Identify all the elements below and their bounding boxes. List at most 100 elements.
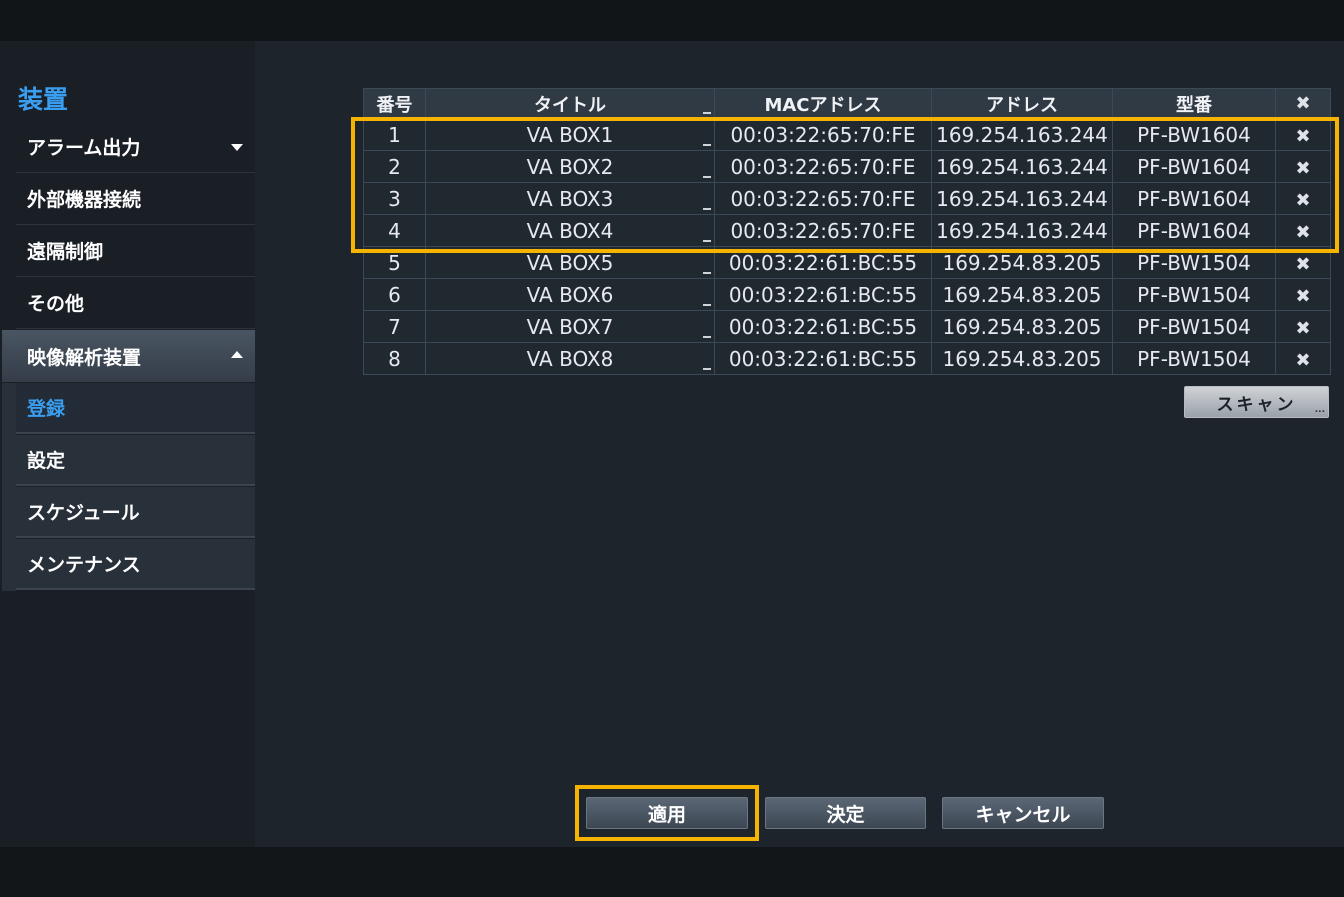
- cell-model-text: PF-BW1504: [1137, 346, 1251, 371]
- cell-address-text: 169.254.83.205: [942, 346, 1102, 371]
- cell-model-text: PF-BW1604: [1137, 186, 1251, 211]
- cell-number: 2: [363, 150, 426, 183]
- cell-model: PF-BW1604: [1112, 118, 1276, 151]
- sidebar-title: 装置: [18, 85, 69, 114]
- column-header-title: タイトル: [425, 88, 715, 119]
- cancel-button[interactable]: キャンセル: [942, 797, 1104, 829]
- apply-button-label: 適用: [647, 803, 686, 826]
- cell-mac-text: 00:03:22:61:BC:55: [728, 250, 918, 275]
- sidebar-item-alarm-output[interactable]: アラーム出力: [16, 121, 255, 173]
- column-header-number: 番号: [363, 88, 426, 119]
- sidebar-item-other[interactable]: その他: [16, 277, 255, 329]
- sidebar-item-video-analysis[interactable]: 映像解析装置: [2, 330, 255, 382]
- dash-mark: [703, 112, 711, 114]
- cell-model-text: PF-BW1604: [1137, 218, 1251, 243]
- cell-model: PF-BW1504: [1112, 310, 1276, 343]
- delete-all-button[interactable]: ✖: [1275, 88, 1331, 119]
- sidebar-subitem-maintenance[interactable]: メンテナンス: [16, 539, 255, 590]
- cell-title-text: VA BOX7: [526, 314, 614, 339]
- column-header-mac: MACアドレス: [714, 88, 932, 119]
- cell-address-text: 169.254.83.205: [942, 250, 1102, 275]
- cell-address: 169.254.83.205: [931, 246, 1113, 279]
- sidebar-item-external-device[interactable]: 外部機器接続: [16, 173, 255, 225]
- delete-row-button[interactable]: ✖: [1275, 118, 1331, 151]
- cell-model: PF-BW1604: [1112, 182, 1276, 215]
- sidebar-subitem-label: スケジュール: [27, 502, 140, 524]
- sidebar-subitem-settings[interactable]: 設定: [16, 435, 255, 486]
- close-icon: ✖: [1295, 349, 1311, 371]
- cell-title-text: VA BOX3: [526, 186, 614, 211]
- table-row[interactable]: 8 VA BOX8 00:03:22:61:BC:55 169.254.83.205 P…: [363, 342, 1331, 375]
- cell-title: VA BOX4: [425, 214, 715, 247]
- delete-row-button[interactable]: ✖: [1275, 310, 1331, 343]
- cell-mac: 00:03:22:61:BC:55: [714, 246, 932, 279]
- ok-button-label: 決定: [826, 803, 865, 826]
- sidebar-subitem-label: メンテナンス: [27, 554, 141, 576]
- delete-row-button[interactable]: ✖: [1275, 214, 1331, 247]
- cell-model-text: PF-BW1604: [1137, 154, 1251, 179]
- cell-mac: 00:03:22:61:BC:55: [714, 310, 932, 343]
- cell-address-text: 169.254.163.244: [936, 154, 1108, 179]
- cell-number-text: 8: [388, 346, 401, 371]
- dash-mark: [703, 368, 711, 370]
- close-icon: ✖: [1295, 253, 1311, 275]
- sidebar-item-remote-control[interactable]: 遠隔制御: [16, 225, 255, 277]
- cell-address-text: 169.254.163.244: [936, 186, 1108, 211]
- cell-number: 6: [363, 278, 426, 311]
- cell-address-text: 169.254.163.244: [936, 122, 1108, 147]
- cell-mac: 00:03:22:65:70:FE: [714, 182, 932, 215]
- cell-number: 7: [363, 310, 426, 343]
- cell-address-text: 169.254.83.205: [942, 282, 1102, 307]
- cell-address: 169.254.163.244: [931, 214, 1113, 247]
- sidebar-subitem-register[interactable]: 登録: [16, 383, 255, 434]
- cell-model: PF-BW1604: [1112, 150, 1276, 183]
- cell-mac: 00:03:22:61:BC:55: [714, 278, 932, 311]
- close-icon: ✖: [1295, 189, 1311, 211]
- table-row[interactable]: 6 VA BOX6 00:03:22:61:BC:55 169.254.83.205 P…: [363, 278, 1331, 311]
- cell-number: 3: [363, 182, 426, 215]
- top-bar: [0, 0, 1344, 41]
- ellipsis-icon: ...: [1314, 405, 1325, 415]
- apply-button[interactable]: 適用: [586, 797, 748, 829]
- cell-title: VA BOX8: [425, 342, 715, 375]
- delete-row-button[interactable]: ✖: [1275, 182, 1331, 215]
- cell-mac-text: 00:03:22:65:70:FE: [730, 122, 916, 147]
- cell-address-text: 169.254.163.244: [936, 218, 1108, 243]
- delete-row-button[interactable]: ✖: [1275, 150, 1331, 183]
- device-table: 番号 タイトル MACアドレス アドレス 型番 ✖ 1 VA BOX1 00:03:…: [363, 88, 1331, 375]
- sidebar-subitem-schedule[interactable]: スケジュール: [16, 487, 255, 538]
- delete-row-button[interactable]: ✖: [1275, 278, 1331, 311]
- delete-row-button[interactable]: ✖: [1275, 246, 1331, 279]
- cell-title: VA BOX7: [425, 310, 715, 343]
- table-row[interactable]: 2 VA BOX2 00:03:22:65:70:FE 169.254.163.244…: [363, 150, 1331, 183]
- sidebar-subitem-label: 設定: [27, 450, 66, 472]
- sidebar-item-label: その他: [27, 293, 85, 315]
- cancel-button-label: キャンセル: [975, 803, 1071, 826]
- cell-number: 4: [363, 214, 426, 247]
- cell-address: 169.254.163.244: [931, 118, 1113, 151]
- sidebar-subitem-label: 登録: [27, 398, 66, 420]
- cell-address: 169.254.83.205: [931, 278, 1113, 311]
- cell-title: VA BOX6: [425, 278, 715, 311]
- cell-title-text: VA BOX4: [526, 218, 614, 243]
- table-row[interactable]: 5 VA BOX5 00:03:22:61:BC:55 169.254.83.205 P…: [363, 246, 1331, 279]
- cell-number-text: 7: [388, 314, 401, 339]
- dash-mark: [703, 272, 711, 274]
- cell-title: VA BOX3: [425, 182, 715, 215]
- cell-address: 169.254.163.244: [931, 182, 1113, 215]
- cell-model-text: PF-BW1604: [1137, 122, 1251, 147]
- cell-number-text: 4: [388, 218, 401, 243]
- dash-mark: [703, 336, 711, 338]
- ok-button[interactable]: 決定: [765, 797, 926, 829]
- scan-button[interactable]: スキャン ...: [1184, 386, 1329, 418]
- table-row[interactable]: 3 VA BOX3 00:03:22:65:70:FE 169.254.163.244…: [363, 182, 1331, 215]
- cell-address: 169.254.83.205: [931, 342, 1113, 375]
- cell-model: PF-BW1504: [1112, 278, 1276, 311]
- table-row[interactable]: 1 VA BOX1 00:03:22:65:70:FE 169.254.163.244…: [363, 118, 1331, 151]
- cell-title-text: VA BOX2: [526, 154, 614, 179]
- close-icon: ✖: [1295, 157, 1311, 179]
- table-row[interactable]: 4 VA BOX4 00:03:22:65:70:FE 169.254.163.244…: [363, 214, 1331, 247]
- cell-title: VA BOX1: [425, 118, 715, 151]
- delete-row-button[interactable]: ✖: [1275, 342, 1331, 375]
- table-row[interactable]: 7 VA BOX7 00:03:22:61:BC:55 169.254.83.205 P…: [363, 310, 1331, 343]
